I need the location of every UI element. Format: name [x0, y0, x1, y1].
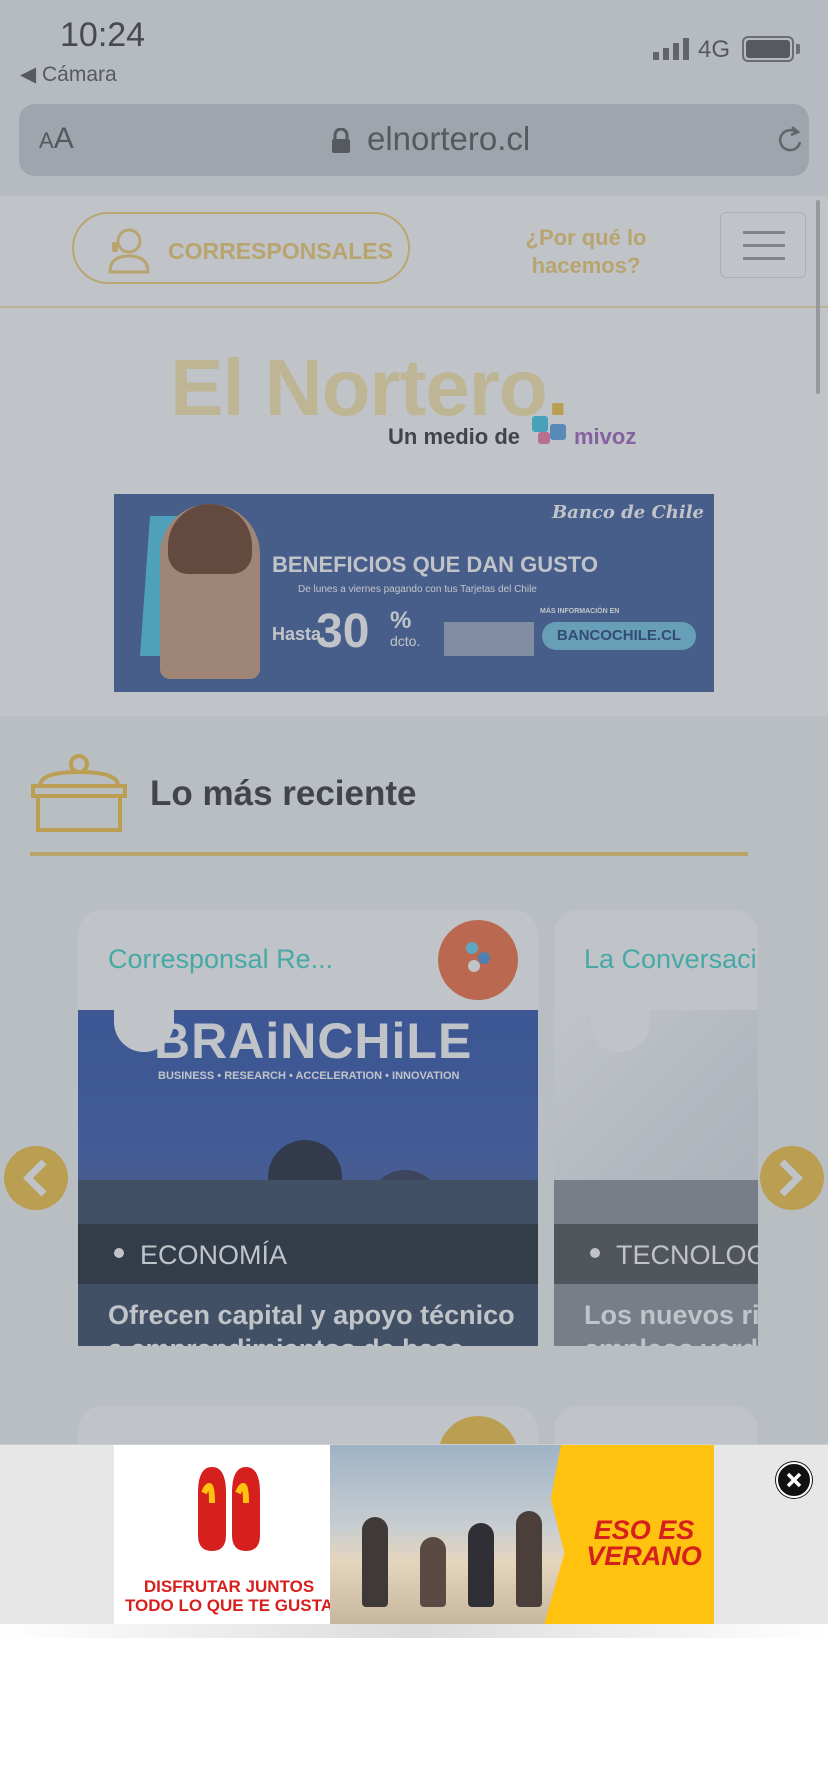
mivoz-wordmark: mivoz — [574, 424, 637, 449]
hamburger-menu-button[interactable] — [720, 212, 806, 278]
url-domain: elnortero.cl — [367, 120, 531, 157]
browser-toolbar: AA elnortero.cl — [0, 100, 828, 196]
text-size-button[interactable]: AA — [39, 122, 74, 156]
carousel-prev-button[interactable] — [4, 1146, 68, 1210]
battery-cap — [796, 44, 800, 54]
reload-icon[interactable] — [775, 124, 805, 156]
card-headline[interactable]: Ofrecen capital y apoyo técnico a empren… — [108, 1298, 518, 1346]
news-card[interactable]: Corresponsal Re... BRAiNCHiLE BUSINESS •… — [78, 910, 538, 1346]
mivoz-logo-icon — [532, 416, 566, 444]
bank-cards-image — [444, 622, 534, 656]
news-card[interactable]: La Conversaci TECNOLOG Los nuevos rieemp… — [554, 910, 758, 1346]
close-ad-button[interactable] — [776, 1462, 812, 1498]
corresponsales-label: CORRESPONSALES — [168, 238, 393, 264]
page: 10:24 ◀ Cámara 4G AA elnortero.cl CORRES… — [0, 0, 828, 1792]
bank-hasta: Hasta — [272, 624, 322, 644]
header-divider — [0, 306, 828, 308]
ad-photo — [330, 1445, 580, 1625]
image-brand-text: BRAiNCHiLE — [154, 1013, 473, 1069]
category-dot — [590, 1248, 600, 1258]
carousel-next-button[interactable] — [760, 1146, 824, 1210]
sticky-ad-container: DISFRUTAR JUNTOS TODO LO QUE TE GUSTA ESO… — [0, 1444, 828, 1625]
status-bar: 10:24 ◀ Cámara 4G — [0, 0, 828, 100]
recent-title: Lo más reciente — [150, 774, 417, 813]
category-label[interactable]: ECONOMÍA — [140, 1240, 287, 1271]
ad-tagline: DISFRUTAR JUNTOS TODO LO QUE TE GUSTA — [124, 1577, 334, 1615]
site-logo[interactable]: El Nortero. — [170, 342, 569, 434]
back-to-camera-link[interactable]: ◀ Cámara — [20, 62, 117, 87]
recent-underline — [30, 852, 748, 856]
card-author[interactable]: Corresponsal Re... — [108, 944, 333, 975]
status-time: 10:24 — [60, 16, 146, 54]
bank-url-button[interactable]: BANCOCHILE.CL — [542, 622, 696, 650]
bank-percent: 30 — [316, 605, 370, 658]
news-box-icon — [31, 754, 127, 832]
site-header: CORRESPONSALES ¿Por qué lo hacemos? El N… — [0, 196, 828, 716]
bank-brand: Banco de Chile — [551, 502, 704, 523]
bank-more-info: MÁS INFORMACIÓN EN — [540, 608, 620, 615]
card-headline[interactable]: Los nuevos rieempleos verde — [584, 1298, 758, 1346]
image-brand-subtext: BUSINESS • RESEARCH • ACCELERATION • INN… — [158, 1070, 460, 1082]
golden-arches-sandals-icon — [198, 1467, 260, 1551]
address-bar[interactable]: AA elnortero.cl — [19, 104, 809, 176]
signal-icon — [653, 38, 689, 60]
corresponsales-button[interactable]: CORRESPONSALES — [72, 212, 410, 284]
why-link[interactable]: ¿Por qué lo hacemos? — [490, 224, 682, 280]
chevron-right-icon — [779, 1159, 803, 1197]
bank-subline: De lunes a viernes pagando con tus Tarje… — [298, 584, 537, 595]
battery-icon — [742, 36, 794, 62]
bank-percent-suffix: % dcto. — [390, 607, 421, 650]
reporter-icon — [108, 228, 150, 274]
card-pin — [590, 1008, 650, 1052]
scrollbar-thumb[interactable] — [816, 200, 820, 394]
bank-headline: BENEFICIOS QUE DAN GUSTO — [272, 552, 598, 577]
category-label[interactable]: TECNOLOG — [616, 1240, 758, 1271]
ad-slogan: ESO ES VERANO — [586, 1515, 702, 1571]
ad-bottom-shadow — [0, 1624, 828, 1638]
recent-section: Lo más reciente Corresponsal Re... BRAiN… — [0, 716, 828, 1626]
chevron-left-icon — [23, 1159, 47, 1197]
card-author[interactable]: La Conversaci — [584, 944, 757, 975]
logo-tagline: Un medio de — [388, 424, 521, 449]
close-icon — [786, 1472, 802, 1488]
lock-icon — [332, 128, 350, 153]
banco-chile-ad[interactable]: Banco de Chile BENEFICIOS QUE DAN GUSTO … — [114, 494, 714, 692]
category-dot — [114, 1248, 124, 1258]
network-type: 4G — [698, 36, 731, 63]
author-avatar — [438, 920, 518, 1000]
mcdonalds-ad[interactable]: DISFRUTAR JUNTOS TODO LO QUE TE GUSTA ESO… — [114, 1445, 714, 1625]
ad-model-image — [160, 504, 260, 679]
